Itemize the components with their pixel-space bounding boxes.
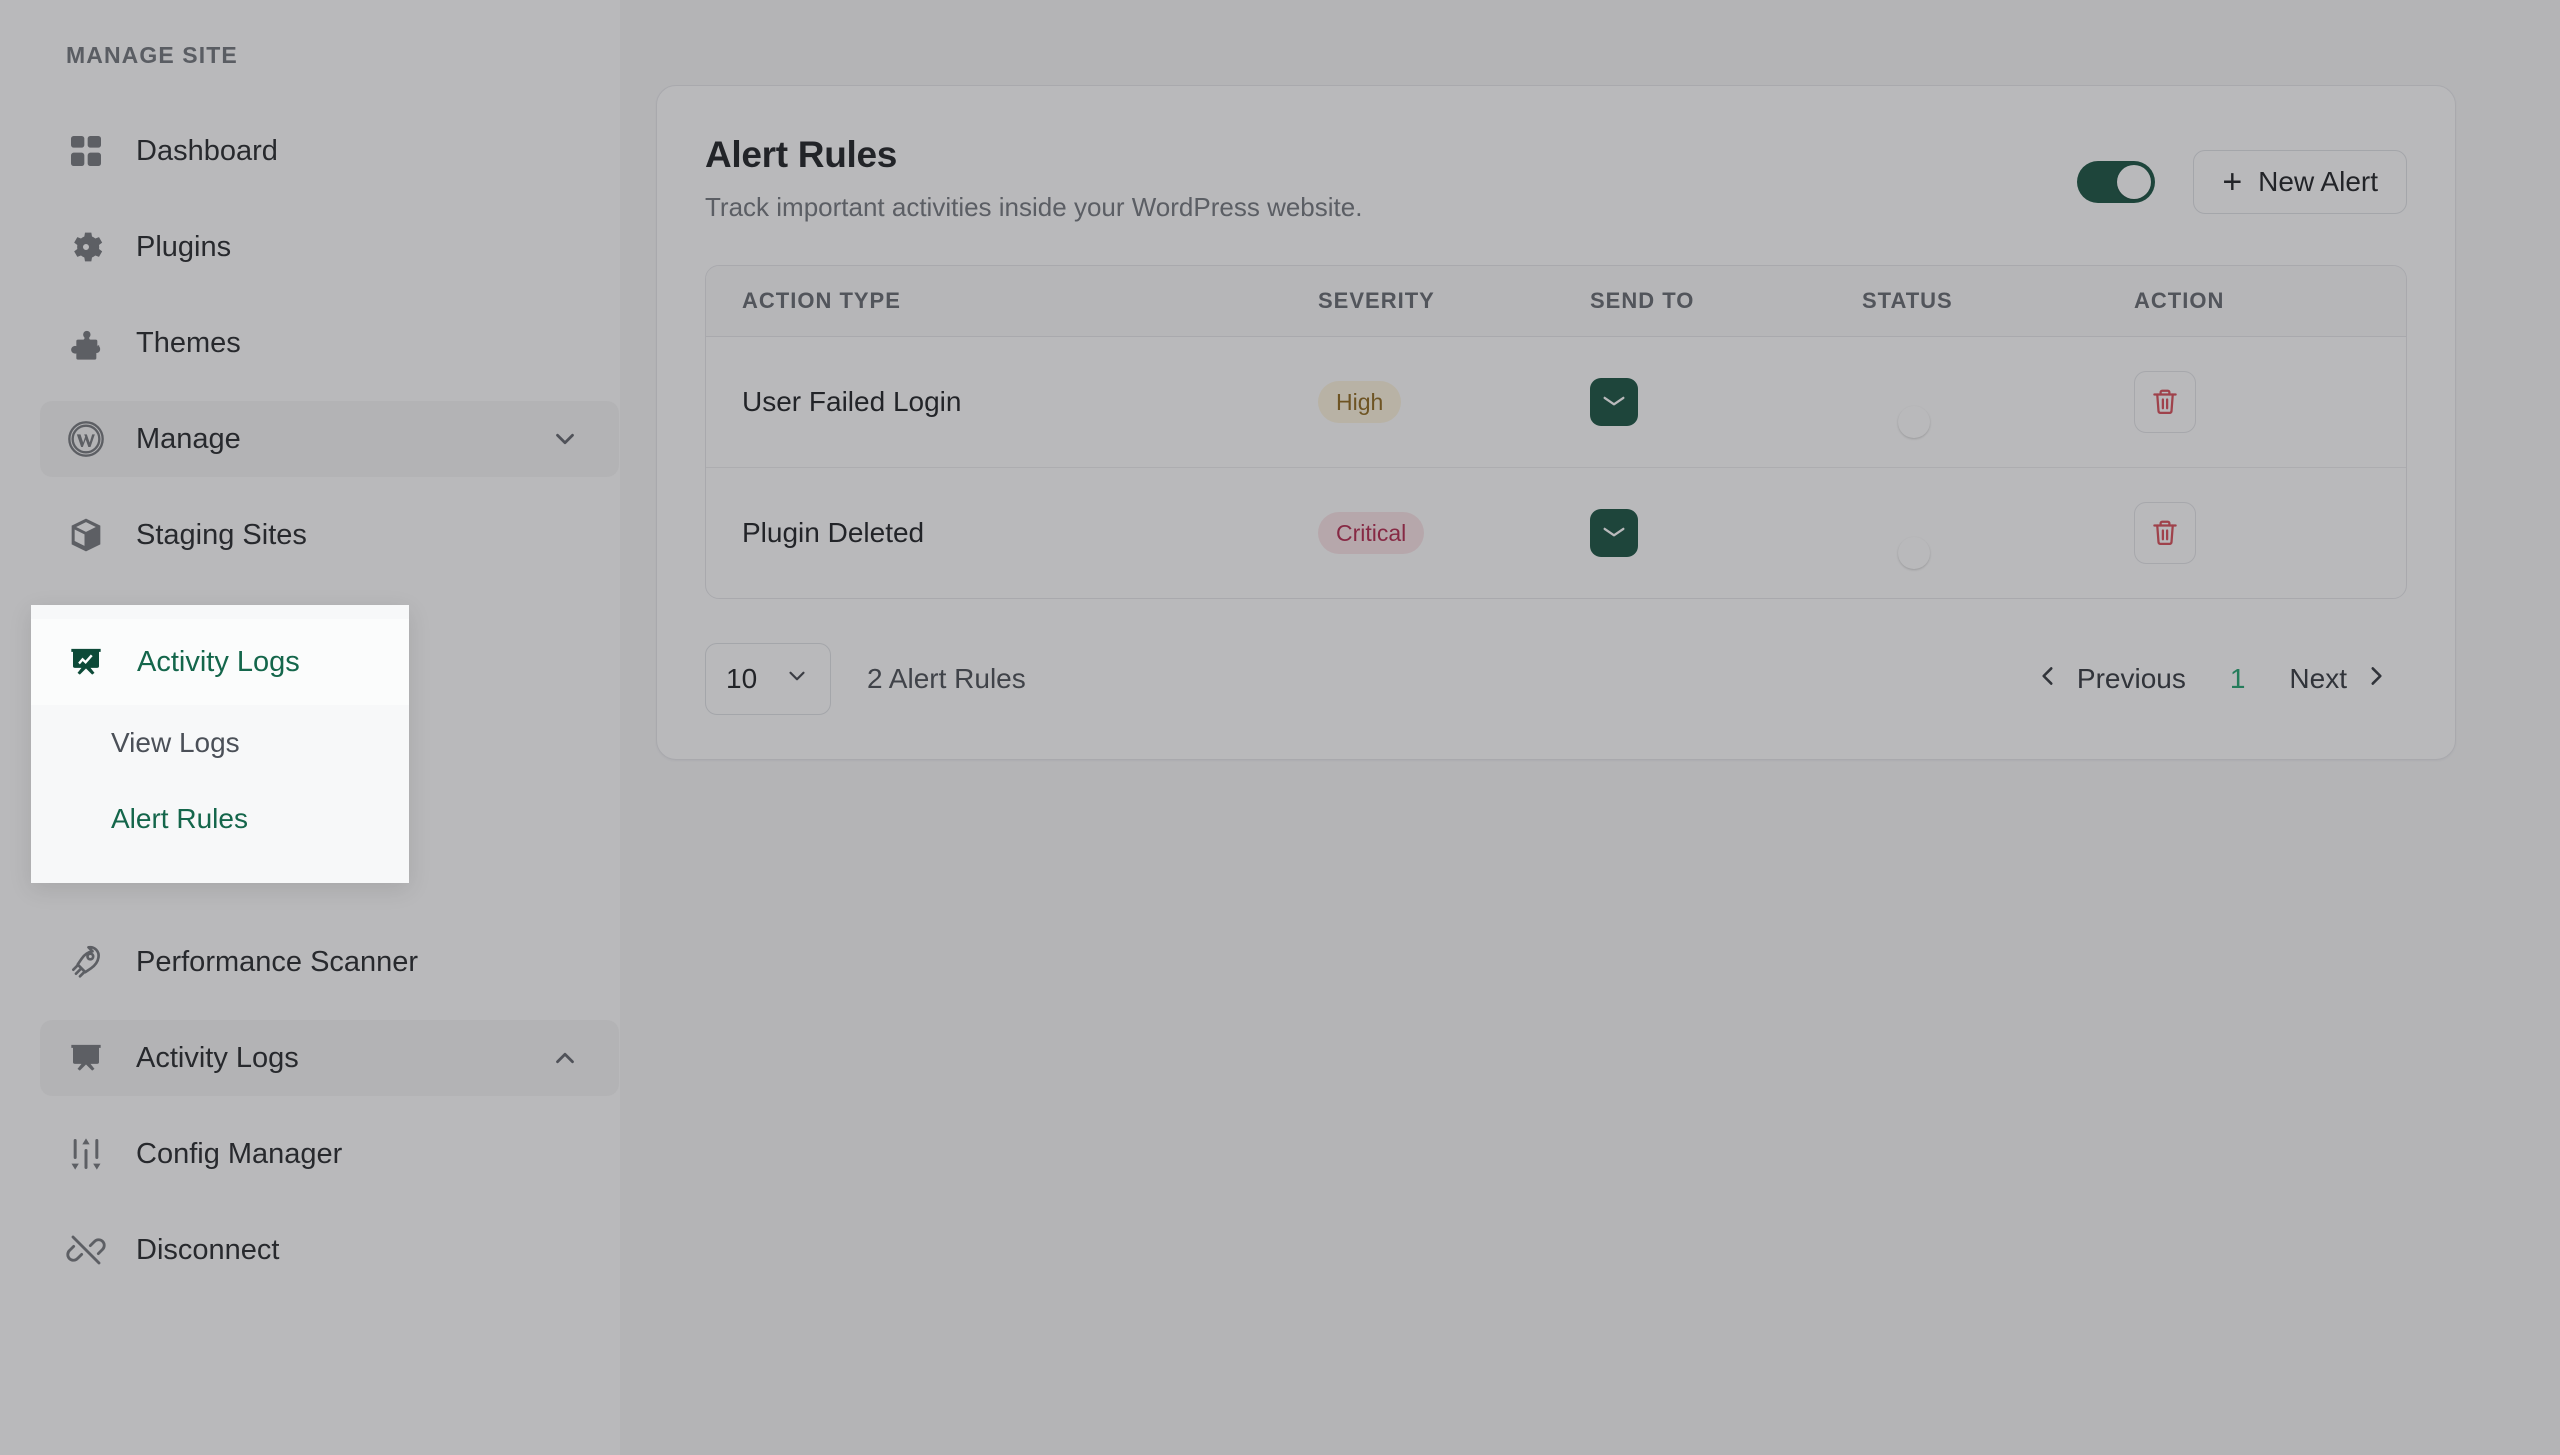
activity-board-icon xyxy=(65,641,107,683)
submenu-item-alert-rules[interactable]: Alert Rules xyxy=(31,781,409,857)
activity-logs-submenu-popup: Activity Logs View Logs Alert Rules xyxy=(31,605,409,883)
submenu-item-view-logs[interactable]: View Logs xyxy=(31,705,409,781)
app-root: MANAGE SITE Dashboard Plugins Themes Man… xyxy=(0,0,2560,1455)
submenu-parent-label: Activity Logs xyxy=(137,645,300,678)
submenu-parent-activity-logs[interactable]: Activity Logs xyxy=(31,619,409,705)
